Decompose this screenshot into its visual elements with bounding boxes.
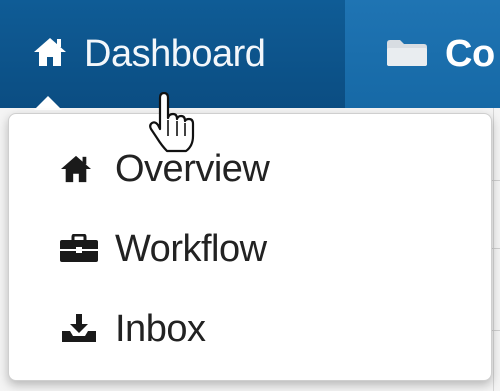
menu-item-workflow[interactable]: Workflow [59,219,267,279]
dashboard-dropdown-menu: Overview Workflow Inbox [8,113,492,381]
home-icon [59,154,115,184]
nav-item-label: Co [445,32,495,75]
folder-icon [385,37,429,72]
top-navbar: Dashboard Co [0,0,500,108]
divider [493,108,494,391]
home-icon [32,36,68,73]
nav-item-second[interactable]: Co [345,0,500,108]
menu-item-label: Inbox [115,307,206,350]
dropdown-caret [34,96,62,110]
menu-item-label: Workflow [115,227,267,270]
inbox-download-icon [59,313,115,345]
menu-item-inbox[interactable]: Inbox [59,299,206,359]
briefcase-icon [59,234,115,264]
nav-item-label: Dashboard [84,32,266,75]
hand-pointer-cursor-icon [148,91,196,159]
